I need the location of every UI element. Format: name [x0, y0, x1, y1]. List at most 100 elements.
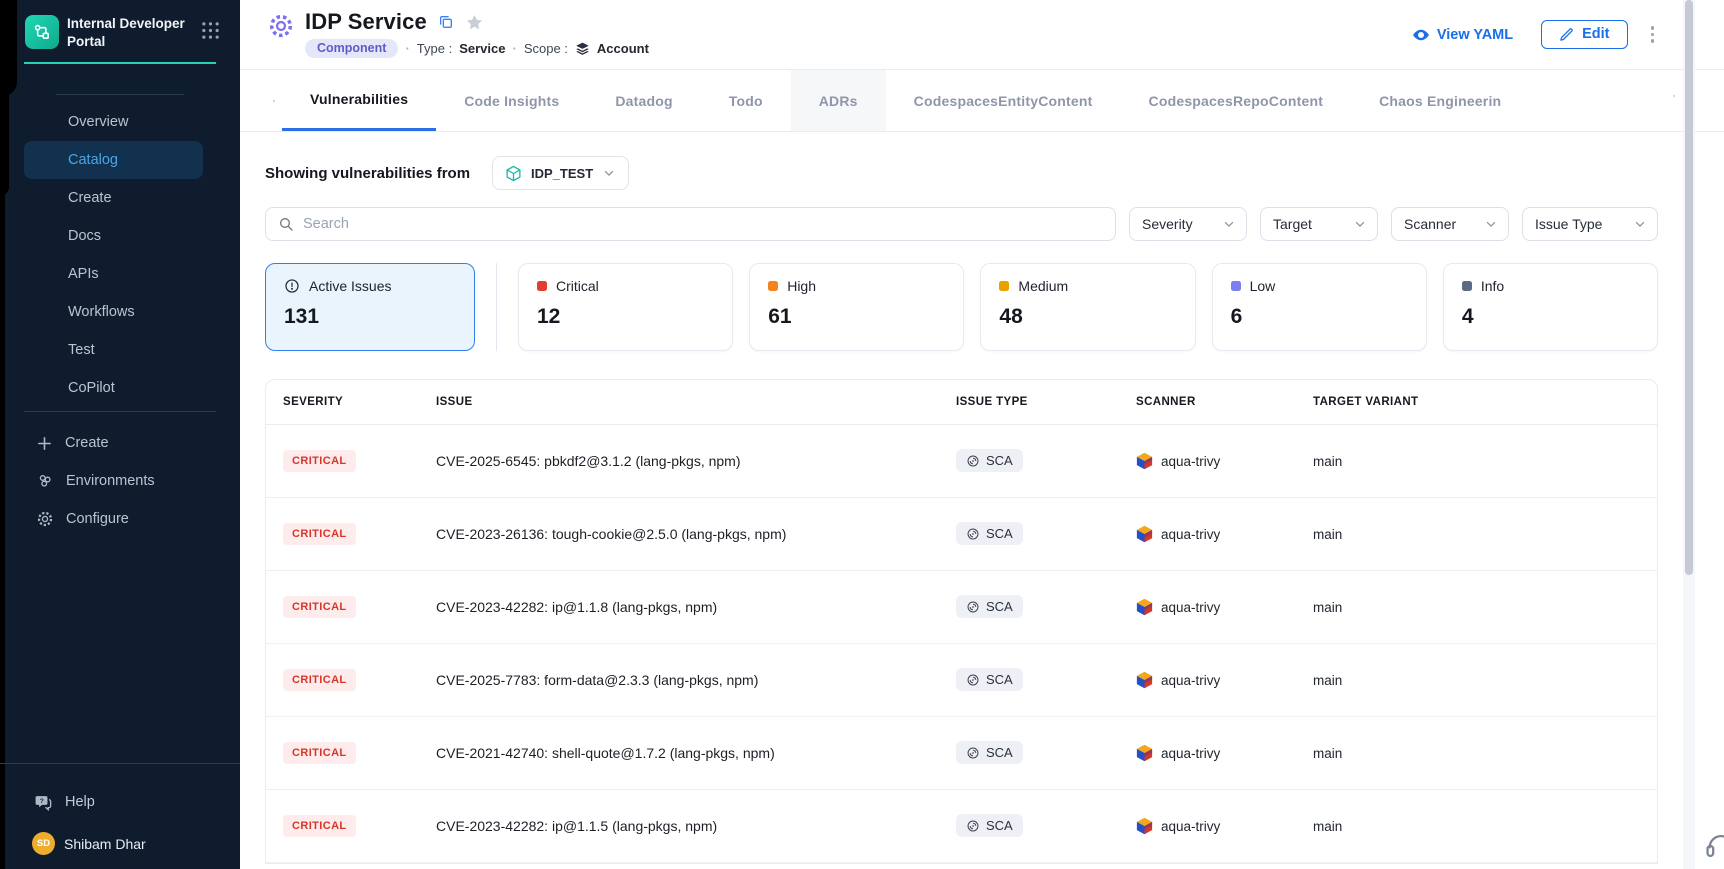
- tab-todo[interactable]: Todo: [701, 70, 791, 131]
- sidebar-item-overview[interactable]: Overview: [24, 103, 203, 141]
- divider: [24, 411, 216, 412]
- trivy-cube-icon: [1136, 744, 1153, 762]
- scanner-filter[interactable]: Scanner: [1391, 207, 1509, 241]
- vulnerabilities-panel: Showing vulnerabilities from IDP_TEST Se…: [240, 132, 1724, 864]
- issue-type-pill: SCA: [956, 668, 1023, 691]
- medium-card[interactable]: Medium 48: [980, 263, 1195, 351]
- critical-card[interactable]: Critical 12: [518, 263, 733, 351]
- sca-fingerprint-icon: [966, 673, 980, 687]
- stat-label: Active Issues: [309, 278, 391, 294]
- severity-stats: Active Issues 131 Critical 12 High 61 Me…: [265, 263, 1658, 351]
- project-select[interactable]: IDP_TEST: [492, 156, 629, 190]
- sca-fingerprint-icon: [966, 454, 980, 468]
- table-row[interactable]: CRITICAL CVE-2023-42282: ip@1.1.8 (lang-…: [266, 571, 1657, 644]
- target-variant-text: main: [1313, 454, 1657, 469]
- sidebar-item-copilot[interactable]: CoPilot: [24, 369, 203, 407]
- info-card[interactable]: Info 4: [1443, 263, 1658, 351]
- issue-type-filter[interactable]: Issue Type: [1522, 207, 1658, 241]
- layers-icon: [575, 41, 590, 56]
- issue-text: CVE-2023-26136: tough-cookie@2.5.0 (lang…: [436, 526, 956, 542]
- severity-badge: CRITICAL: [283, 596, 356, 618]
- entity-meta: Component · Type : Service · Scope : Acc…: [305, 39, 649, 58]
- tabs-scroll-right-icon[interactable]: [1666, 88, 1682, 104]
- tab-vulnerabilities[interactable]: Vulnerabilities: [282, 70, 436, 131]
- sidebar-actions: Create Environments Configure: [0, 424, 240, 538]
- table-row[interactable]: CRITICAL CVE-2025-6545: pbkdf2@3.1.2 (la…: [266, 425, 1657, 498]
- table-row[interactable]: CRITICAL CVE-2023-26136: tough-cookie@2.…: [266, 498, 1657, 571]
- sca-fingerprint-icon: [966, 746, 980, 760]
- edit-button[interactable]: Edit: [1541, 20, 1627, 49]
- chevron-down-icon: [1222, 217, 1236, 231]
- apps-grid-icon[interactable]: [201, 21, 220, 40]
- sidebar-item-test[interactable]: Test: [24, 331, 203, 369]
- component-gear-icon: [267, 12, 295, 40]
- alert-circle-icon: [284, 278, 300, 294]
- chevron-down-icon: [1484, 217, 1498, 231]
- scanner-cell: aqua-trivy: [1136, 744, 1313, 762]
- issue-text: CVE-2025-7783: form-data@2.3.3 (lang-pkg…: [436, 672, 956, 688]
- table-row[interactable]: CRITICAL CVE-2021-42740: shell-quote@1.7…: [266, 717, 1657, 790]
- sidebar-item-docs[interactable]: Docs: [24, 217, 203, 255]
- portal-title: Internal Developer Portal: [67, 15, 185, 50]
- cube-icon: [505, 165, 522, 182]
- search-box: [265, 207, 1116, 241]
- table-row[interactable]: CRITICAL CVE-2025-7783: form-data@2.3.3 …: [266, 644, 1657, 717]
- tabs-scroll-left-icon[interactable]: [266, 93, 282, 109]
- tab-adrs[interactable]: ADRs: [791, 70, 886, 131]
- scanner-cell: aqua-trivy: [1136, 598, 1313, 616]
- trivy-cube-icon: [1136, 598, 1153, 616]
- search-input[interactable]: [303, 216, 1103, 232]
- low-card[interactable]: Low 6: [1212, 263, 1427, 351]
- tab-datadog[interactable]: Datadog: [587, 70, 700, 131]
- tab-codespaces-entity-content[interactable]: CodespacesEntityContent: [886, 70, 1121, 131]
- high-dot: [768, 281, 778, 291]
- issue-text: CVE-2025-6545: pbkdf2@3.1.2 (lang-pkgs, …: [436, 453, 956, 469]
- sidebar-action-environments[interactable]: Environments: [0, 462, 240, 500]
- target-filter[interactable]: Target: [1260, 207, 1378, 241]
- sidebar-item-apis[interactable]: APIs: [24, 255, 203, 293]
- trivy-cube-icon: [1136, 525, 1153, 543]
- plus-icon: [36, 435, 53, 452]
- sidebar-action-create[interactable]: Create: [0, 424, 240, 462]
- tab-chaos-engineering[interactable]: Chaos Engineerin: [1351, 70, 1529, 131]
- scrollbar-thumb[interactable]: [1685, 0, 1693, 575]
- user-menu[interactable]: SD Shibam Dhar: [0, 828, 240, 869]
- chevron-down-icon: [1633, 217, 1647, 231]
- scanner-cell: aqua-trivy: [1136, 817, 1313, 835]
- support-headset-icon[interactable]: [1704, 829, 1724, 863]
- environments-icon: [36, 472, 54, 490]
- view-yaml-button[interactable]: View YAML: [1412, 26, 1513, 44]
- sidebar-item-workflows[interactable]: Workflows: [24, 293, 203, 331]
- active-issues-card[interactable]: Active Issues 131: [265, 263, 475, 351]
- star-icon[interactable]: [465, 13, 484, 32]
- sidebar-item-create[interactable]: Create: [24, 179, 203, 217]
- issue-text: CVE-2023-42282: ip@1.1.8 (lang-pkgs, npm…: [436, 599, 956, 615]
- stat-value: 131: [284, 305, 456, 329]
- eye-icon: [1412, 26, 1430, 44]
- svg-text:?: ?: [40, 797, 44, 804]
- severity-badge: CRITICAL: [283, 523, 356, 545]
- high-card[interactable]: High 61: [749, 263, 964, 351]
- sca-fingerprint-icon: [966, 819, 980, 833]
- table-header: SEVERITY ISSUE ISSUE TYPE SCANNER TARGET…: [266, 380, 1657, 425]
- sidebar-item-catalog[interactable]: Catalog: [24, 141, 203, 179]
- more-options-button[interactable]: [1647, 22, 1659, 47]
- tab-code-insights[interactable]: Code Insights: [436, 70, 587, 131]
- help-button[interactable]: ? Help: [0, 776, 240, 828]
- copy-icon[interactable]: [438, 14, 454, 30]
- sidebar-action-configure[interactable]: Configure: [0, 500, 240, 538]
- severity-filter[interactable]: Severity: [1129, 207, 1247, 241]
- project-name: IDP_TEST: [531, 166, 593, 181]
- severity-badge: CRITICAL: [283, 742, 356, 764]
- trivy-cube-icon: [1136, 817, 1153, 835]
- scope-value: Account: [597, 41, 649, 56]
- tab-codespaces-repo-content[interactable]: CodespacesRepoContent: [1121, 70, 1352, 131]
- divider: [56, 94, 184, 95]
- info-dot: [1462, 281, 1472, 291]
- scanner-cell: aqua-trivy: [1136, 525, 1313, 543]
- table-row[interactable]: CRITICAL CVE-2023-42282: ip@1.1.5 (lang-…: [266, 790, 1657, 863]
- portal-logo[interactable]: [25, 15, 59, 49]
- workflow-logo-icon: [32, 22, 53, 43]
- scanner-cell: aqua-trivy: [1136, 671, 1313, 689]
- scope-label: Scope :: [524, 41, 568, 56]
